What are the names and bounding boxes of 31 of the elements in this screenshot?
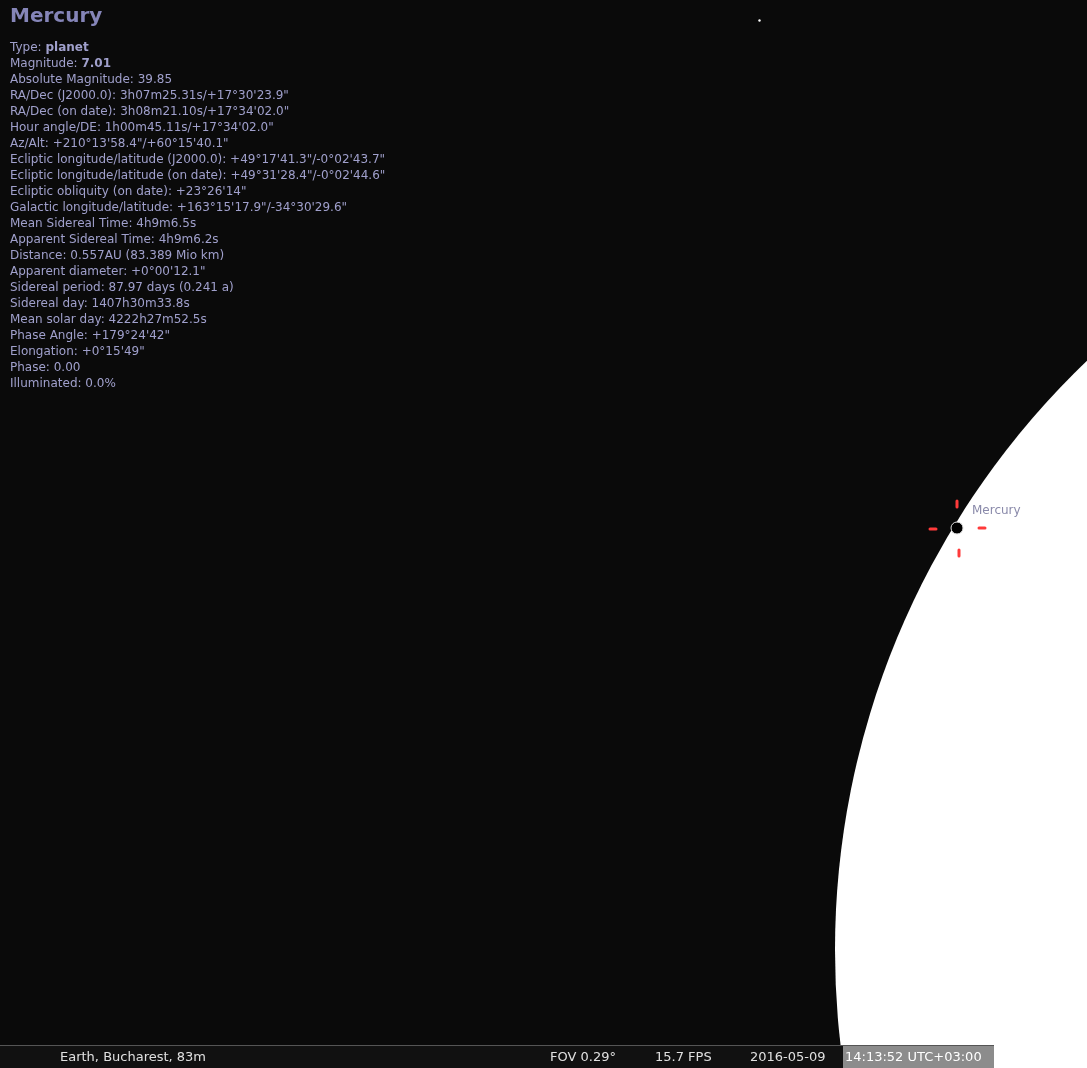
- fps-text: 15.7 FPS: [655, 1048, 713, 1067]
- location-text: Earth, Bucharest, 83m: [60, 1048, 208, 1067]
- info-line: Ecliptic longitude/latitude (on date): +49°31'28.4"/-0°02'44.6": [10, 167, 386, 183]
- info-line: Phase: 0.00: [10, 359, 82, 375]
- info-line: Mean solar day: 4222h27m52.5s: [10, 311, 208, 327]
- info-line: Absolute Magnitude: 39.85: [10, 71, 174, 87]
- info-line: RA/Dec (J2000.0): 3h07m25.31s/+17°30'23.9": [10, 87, 290, 103]
- info-line: Illuminated: 0.0%: [10, 375, 117, 391]
- info-line: Galactic longitude/latitude: +163°15'17.9"/-34°30'29.6": [10, 199, 349, 215]
- object-title: Mercury: [10, 2, 104, 28]
- info-line: Sidereal day: 1407h30m33.8s: [10, 295, 191, 311]
- date-text: 2016-05-09: [750, 1048, 827, 1067]
- info-line: Apparent Sidereal Time: 4h9m6.2s: [10, 231, 220, 247]
- info-line: Mean Sidereal Time: 4h9m6.5s: [10, 215, 198, 231]
- object-label: Mercury: [972, 502, 1021, 519]
- info-line: Type: planet: [10, 39, 90, 55]
- info-line: Elongation: +0°15'49": [10, 343, 146, 359]
- time-text: 14:13:52 UTC+03:00: [843, 1046, 994, 1068]
- info-line: Az/Alt: +210°13'58.4"/+60°15'40.1": [10, 135, 230, 151]
- info-line: Hour angle/DE: 1h00m45.11s/+17°34'02.0": [10, 119, 275, 135]
- planet-disk: [950, 521, 964, 535]
- fov-text: FOV 0.29°: [550, 1048, 617, 1067]
- info-line: Distance: 0.557AU (83.389 Mio km): [10, 247, 226, 263]
- info-line: Phase Angle: +179°24'42": [10, 327, 171, 343]
- star-dot: [758, 19, 761, 22]
- info-line: RA/Dec (on date): 3h08m21.10s/+17°34'02.0": [10, 103, 291, 119]
- info-line: Apparent diameter: +0°00'12.1": [10, 263, 207, 279]
- info-line: Ecliptic longitude/latitude (J2000.0): +49°17'41.3"/-0°02'43.7": [10, 151, 386, 167]
- info-line: Sidereal period: 87.97 days (0.241 a): [10, 279, 235, 295]
- info-line: Magnitude: 7.01: [10, 55, 113, 71]
- info-line: Ecliptic obliquity (on date): +23°26'14": [10, 183, 248, 199]
